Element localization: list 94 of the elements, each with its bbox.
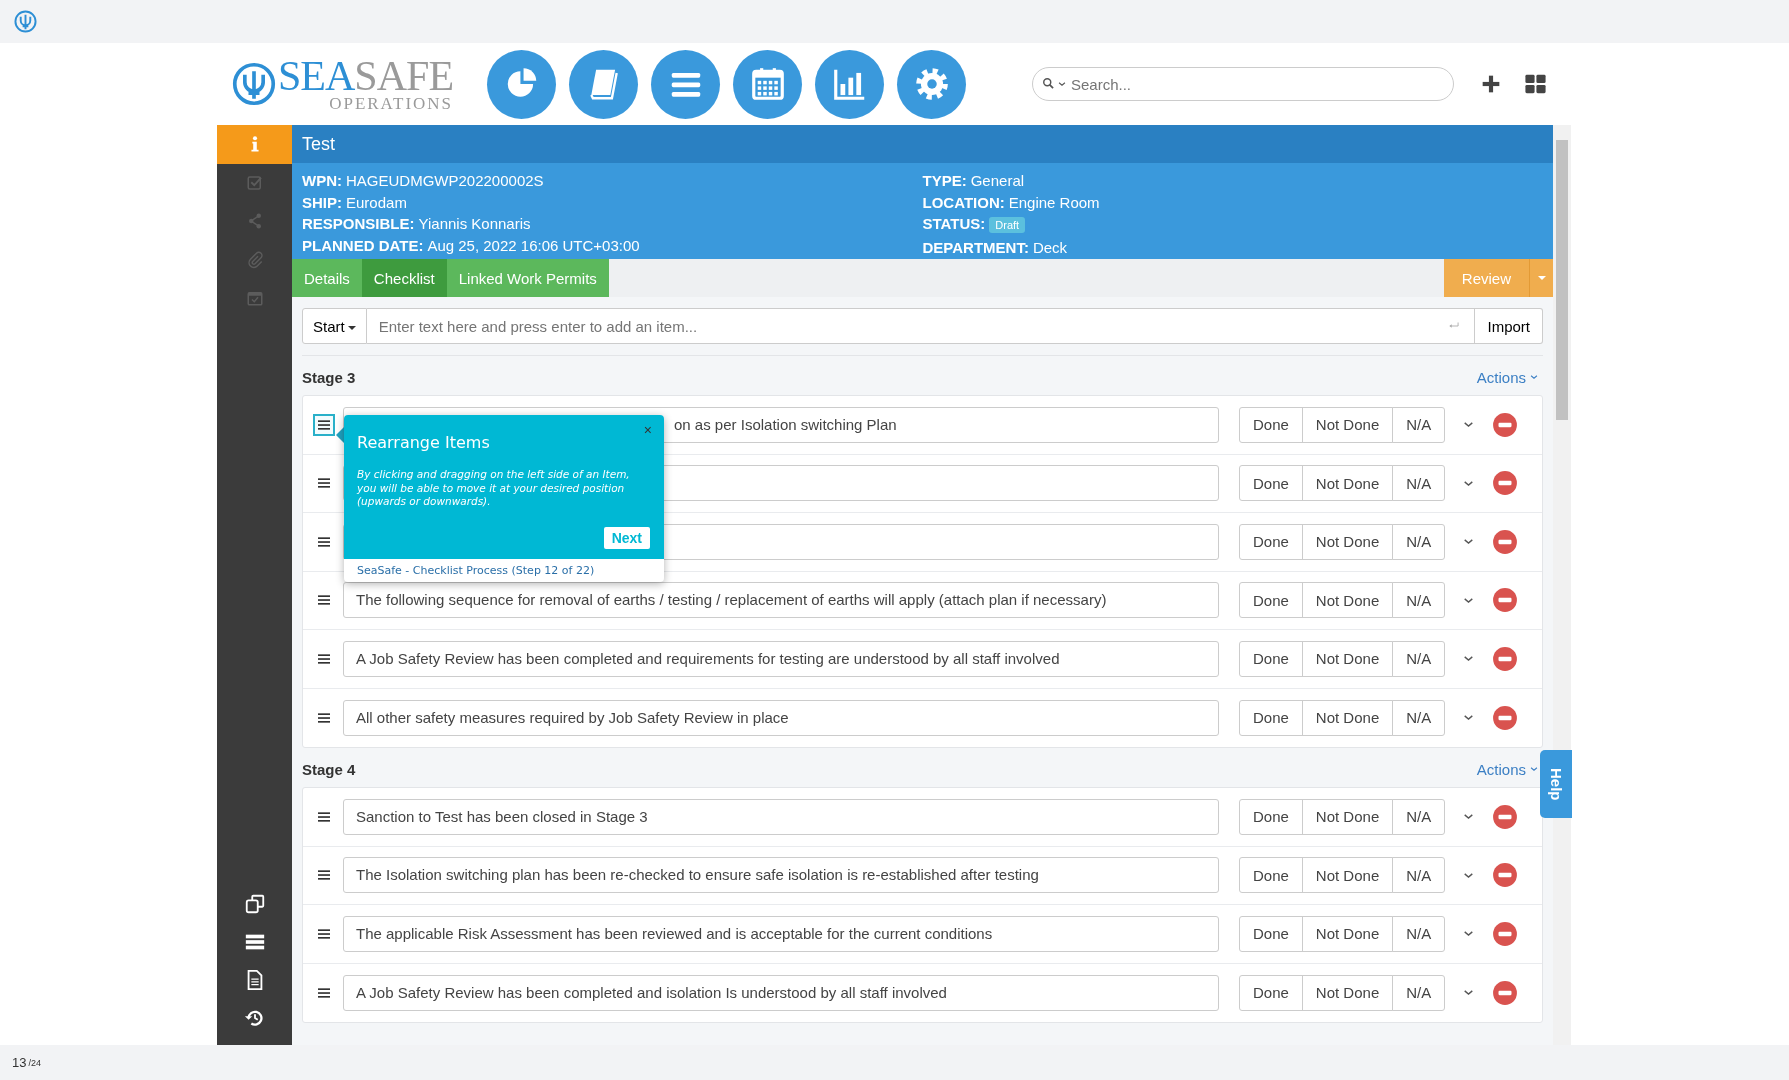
item-text-field[interactable]: The applicable Risk Assessment has been reviewed and is acceptable for the current conditions xyxy=(343,915,1219,952)
option-button[interactable]: Not Done xyxy=(1301,582,1394,619)
remove-icon[interactable] xyxy=(1492,528,1519,555)
option-button[interactable]: Not Done xyxy=(1301,915,1394,952)
chevron-icon xyxy=(1529,764,1539,774)
dropdown-toggle[interactable] xyxy=(1529,259,1553,297)
copy-icon[interactable] xyxy=(243,893,266,915)
option-button[interactable]: Not Done xyxy=(1301,699,1394,736)
field-value: Engine Room xyxy=(1008,193,1100,211)
option-button[interactable]: N/A xyxy=(1392,640,1446,677)
option-button[interactable]: Done xyxy=(1239,465,1303,502)
field-label: LOCATION: xyxy=(922,193,1005,211)
field-value: Deck xyxy=(1032,238,1068,256)
paperclip-icon xyxy=(245,250,264,269)
record-title: Test xyxy=(292,125,1553,163)
field-label: SHIP: xyxy=(302,193,342,211)
close-button[interactable]: × xyxy=(643,423,652,437)
field-value: Aug 25, 2022 16:06 UTC+03:00 xyxy=(427,236,640,254)
chevron-icon xyxy=(1529,372,1539,382)
calendar-check-icon xyxy=(245,289,264,308)
option-button[interactable]: Done xyxy=(1239,974,1303,1011)
field-value: General xyxy=(970,172,1025,189)
option-button[interactable]: N/A xyxy=(1392,974,1446,1011)
checkbox-icon xyxy=(245,173,264,192)
app-logo[interactable]: SEASAFE OPERATIONS xyxy=(232,56,467,112)
option-button[interactable]: Not Done xyxy=(1301,798,1394,835)
option-button[interactable]: Not Done xyxy=(1301,465,1394,502)
option-button[interactable]: N/A xyxy=(1392,582,1446,619)
option-button[interactable]: Done xyxy=(1239,915,1303,952)
item-text-field[interactable]: The following sequence for removal of earths / testing / replacement of earths will apply (attach plan if necessary) xyxy=(343,582,1219,619)
caret-icon xyxy=(347,325,356,330)
remove-icon[interactable] xyxy=(1492,704,1519,731)
import-button[interactable]: Import xyxy=(1475,308,1543,344)
option-button[interactable]: Done xyxy=(1239,857,1303,894)
option-button[interactable]: Not Done xyxy=(1301,857,1394,894)
field-value: Yiannis Konnaris xyxy=(418,215,531,232)
remove-icon[interactable] xyxy=(1492,645,1519,672)
popover-text: By clicking and dragging on the left side of an Item, you will be able to move it at your desired position (upwards or downwards). xyxy=(357,468,631,509)
caret-icon xyxy=(1537,276,1546,280)
option-button[interactable]: Done xyxy=(1239,699,1303,736)
option-button[interactable]: N/A xyxy=(1392,465,1446,502)
option-button[interactable]: N/A xyxy=(1392,406,1446,443)
grid-icon[interactable] xyxy=(1523,73,1548,95)
actions-dropdown[interactable]: Actions xyxy=(1476,368,1543,386)
tour-step-label: SeaSafe - Checklist Process (Step 12 of 22) xyxy=(356,562,596,579)
option-button[interactable]: Done xyxy=(1239,582,1303,619)
field-value: Eurodam xyxy=(346,193,407,211)
actions-dropdown[interactable]: Actions xyxy=(1476,760,1543,778)
item-text-field[interactable]: The Isolation switching plan has been re-checked to ensure safe isolation is re-established after testing xyxy=(343,857,1219,894)
search-field[interactable]: Search... xyxy=(1032,67,1454,101)
option-button[interactable]: N/A xyxy=(1392,523,1446,560)
field-label: TYPE: xyxy=(922,172,967,189)
option-button[interactable]: Done xyxy=(1239,523,1303,560)
remove-icon[interactable] xyxy=(1492,411,1519,438)
item-text-field[interactable]: A Job Safety Review has been completed and isolation Is understood by all staff involved xyxy=(343,974,1219,1011)
option-button[interactable]: Not Done xyxy=(1301,974,1394,1011)
remove-icon[interactable] xyxy=(1492,587,1519,614)
option-button[interactable]: Not Done xyxy=(1301,523,1394,560)
remove-icon[interactable] xyxy=(1492,803,1519,830)
option-button[interactable]: Done xyxy=(1239,798,1303,835)
option-button[interactable]: Not Done xyxy=(1301,406,1394,443)
logo-icon[interactable] xyxy=(14,10,37,33)
item-text-field[interactable]: Sanction to Test has been closed in Stage 3 xyxy=(343,798,1219,835)
field-label: STATUS: xyxy=(922,215,986,232)
option-button[interactable]: Not Done xyxy=(1301,640,1394,677)
status-badge: Draft xyxy=(989,217,1026,233)
option-button[interactable]: N/A xyxy=(1392,857,1446,894)
start-dropdown[interactable]: Start xyxy=(302,308,367,344)
page-number: 13 xyxy=(12,1055,27,1070)
option-button[interactable]: N/A xyxy=(1392,699,1446,736)
tab[interactable]: Checklist xyxy=(361,259,447,297)
chevron-icon xyxy=(1057,79,1067,89)
option-button[interactable]: Done xyxy=(1239,640,1303,677)
plus-icon[interactable] xyxy=(1481,74,1501,94)
item-text-field[interactable]: A Job Safety Review has been completed and requirements for testing are understood by all staff involved xyxy=(343,640,1219,677)
option-button[interactable]: Done xyxy=(1239,406,1303,443)
field-value: HAGEUDMGWP202200002S xyxy=(346,172,544,189)
search-icon xyxy=(1042,77,1056,91)
info-icon xyxy=(250,136,259,153)
field-label: WPN: xyxy=(302,172,342,189)
add-item-field[interactable]: Enter text here and press enter to add an item... xyxy=(366,308,1476,344)
remove-icon[interactable] xyxy=(1492,979,1519,1006)
field-label: RESPONSIBLE: xyxy=(302,215,415,232)
page-total: /24 xyxy=(28,1057,41,1068)
remove-icon[interactable] xyxy=(1492,920,1519,947)
item-text-field[interactable]: All other safety measures required by Job Safety Review in place xyxy=(343,699,1219,736)
remove-icon[interactable] xyxy=(1492,470,1519,497)
stage-title: Stage 3 xyxy=(302,368,356,386)
option-button[interactable]: N/A xyxy=(1392,915,1446,952)
remove-icon[interactable] xyxy=(1492,862,1519,889)
field-label: PLANNED DATE: xyxy=(302,236,424,254)
stage-title: Stage 4 xyxy=(302,760,356,778)
field-label: DEPARTMENT: xyxy=(922,238,1029,256)
option-button[interactable]: N/A xyxy=(1392,798,1446,835)
